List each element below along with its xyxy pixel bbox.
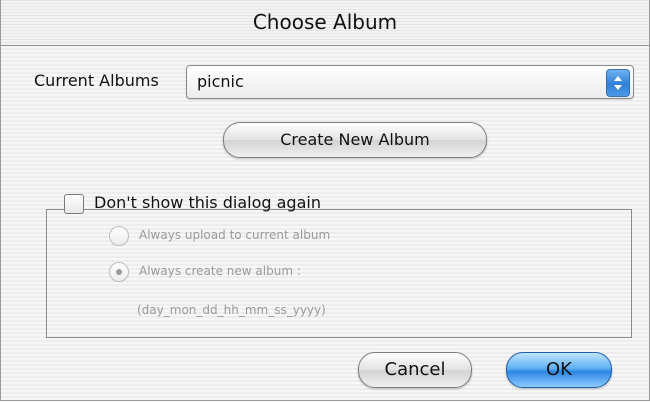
create-new-album-button[interactable]: Create New Album — [223, 122, 487, 158]
popup-arrows-icon[interactable] — [606, 69, 630, 97]
radio-upload-current[interactable] — [109, 226, 129, 246]
cancel-button[interactable]: Cancel — [358, 352, 472, 388]
radio-create-new-label[interactable]: Always create new album : — [139, 264, 301, 278]
dont-show-again-checkbox[interactable] — [64, 194, 84, 214]
ok-button[interactable]: OK — [506, 352, 612, 388]
title-bar: Choose Album — [1, 0, 649, 46]
dont-show-again-row[interactable]: Don't show this dialog again — [64, 193, 321, 215]
dialog-title: Choose Album — [252, 10, 398, 34]
album-name-pattern: (day_mon_dd_hh_mm_ss_yyyy) — [137, 303, 326, 317]
radio-create-new[interactable] — [109, 262, 129, 282]
radio-selected-dot — [116, 269, 122, 275]
dont-show-again-label[interactable]: Don't show this dialog again — [94, 193, 321, 212]
album-select-popup[interactable]: picnic — [186, 65, 634, 99]
current-albums-label: Current Albums — [34, 71, 159, 90]
options-group-box — [46, 209, 632, 338]
album-select-value: picnic — [197, 72, 244, 91]
choose-album-dialog: Choose Album Current Albums picnic Creat… — [0, 0, 650, 401]
radio-upload-current-label[interactable]: Always upload to current album — [139, 228, 330, 242]
